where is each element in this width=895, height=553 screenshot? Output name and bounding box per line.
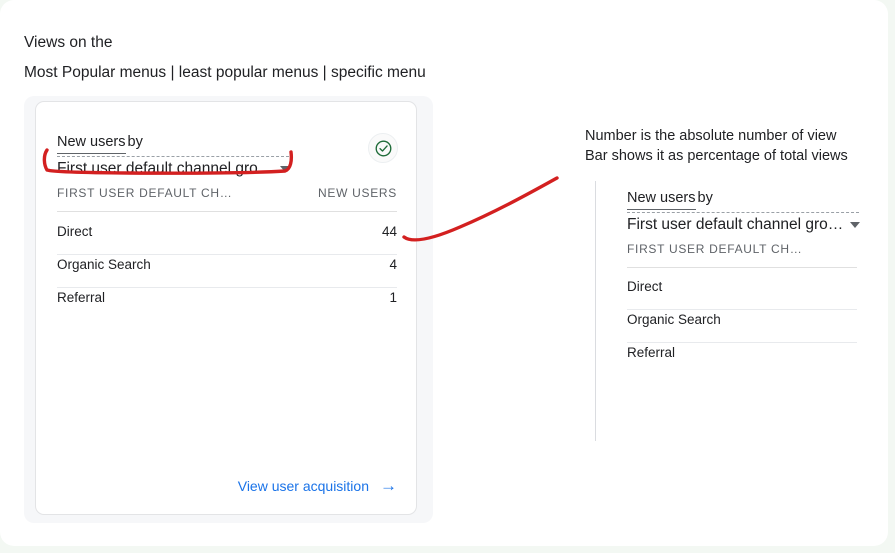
row-bar-track [57,251,397,254]
detail-table-row[interactable]: Organic Search [627,310,857,343]
detail-row-label: Referral [627,345,676,360]
view-user-acquisition-label: View user acquisition [237,477,369,494]
column-header-dimension: FIRST USER DEFAULT CH… [57,186,233,200]
detail-card-title: New users by First user default channel g… [627,189,867,234]
detail-dimension-dropdown[interactable]: First user default channel gro… [627,212,861,234]
new-users-card: New users by First user default channel g… [35,101,417,515]
arrow-right-icon: → [380,476,397,495]
note-line-1: Number is the absolute number of view [585,128,837,144]
page-headings: Views on the Most Popular menus | least … [24,28,544,88]
card-metric-line: New users by [57,133,307,154]
right-explanation-area: Number is the absolute number of view Ba… [585,126,885,446]
dimension-dropdown-label: First user default channel gro… [57,160,274,177]
column-headers: FIRST USER DEFAULT CH… NEW USERS [57,186,397,212]
headings-line-1: Views on the [24,34,113,51]
row-bar-track [57,317,397,320]
row-bar-track [57,284,397,287]
left-card-container: New users by First user default channel g… [24,96,433,523]
row-label: Organic Search [57,257,151,272]
view-user-acquisition-link[interactable]: View user acquisition → [238,477,397,494]
row-value: 44 [381,224,397,239]
row-value: 1 [389,290,397,305]
page-root: Views on the Most Popular menus | least … [0,0,888,546]
new-users-card-detail: New users by First user default channel g… [595,181,885,441]
detail-metric-label[interactable]: New users [627,189,696,210]
chevron-down-icon [280,166,291,172]
card-title: New users by First user default channel g… [57,133,307,178]
detail-row-bar-track [627,372,857,375]
detail-data-rows: Direct Organic Search Referral [627,277,857,375]
detail-metric-suffix: by [697,190,713,206]
headings-line-2: Most Popular menus | least popular menus… [24,64,426,81]
card-metric-suffix: by [127,134,143,150]
detail-column-header-dimension: FIRST USER DEFAULT CH… [627,242,857,268]
detail-table-row[interactable]: Referral [627,343,857,375]
detail-row-label: Direct [627,279,663,294]
table-row[interactable]: Referral 1 [57,288,397,320]
detail-row-label: Organic Search [627,312,721,327]
chevron-down-icon [850,222,861,228]
table-row[interactable]: Organic Search 4 [57,255,397,288]
detail-row-bar-track [627,339,857,342]
check-circle-icon[interactable] [368,133,398,163]
detail-metric-line: New users by [627,189,867,210]
row-label: Direct [57,224,93,239]
detail-dimension-dropdown-label: First user default channel gro… [627,216,844,233]
detail-row-bar-track [627,306,857,309]
data-rows: Direct 44 Organic Search 4 Referral 1 [57,222,397,320]
row-value: 4 [389,257,397,272]
card-metric-label[interactable]: New users [57,133,126,154]
row-label: Referral [57,290,106,305]
dimension-dropdown[interactable]: First user default channel gro… [57,156,291,178]
detail-table-row[interactable]: Direct [627,277,857,310]
note-line-2: Bar shows it as percentage of total view… [585,148,848,164]
table-row[interactable]: Direct 44 [57,222,397,255]
column-header-metric: NEW USERS [318,186,397,200]
